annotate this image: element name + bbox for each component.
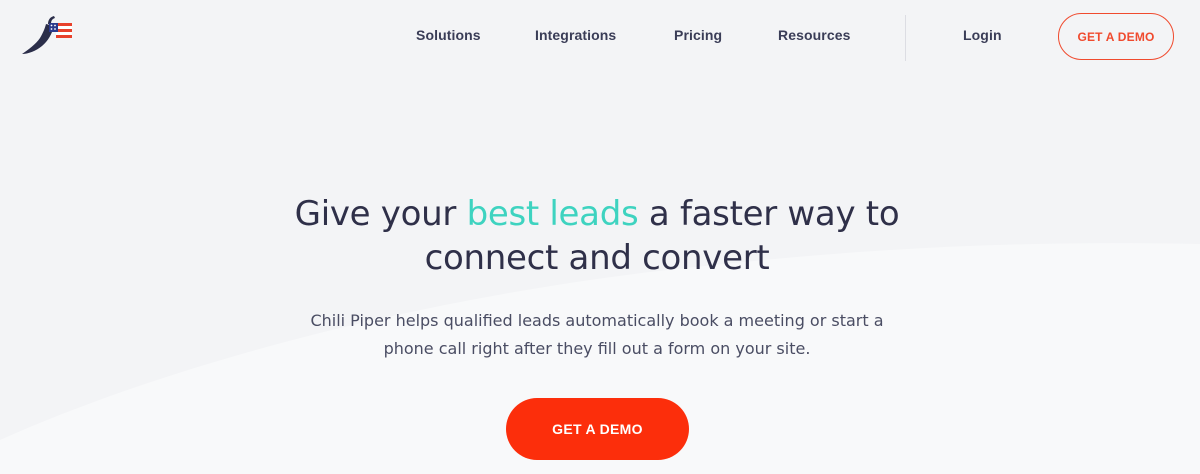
nav-divider (905, 15, 906, 61)
nav-solutions[interactable]: Solutions (416, 27, 481, 43)
hero-subtitle-line2: phone call right after they fill out a f… (383, 339, 811, 358)
hero-title-part1: Give your (294, 194, 467, 234)
landing-page: Solutions Integrations Pricing Resources… (0, 0, 1200, 474)
hero-title-part2: a faster way to (638, 194, 900, 234)
site-header: Solutions Integrations Pricing Resources… (0, 0, 1200, 74)
chili-pepper-logo-icon[interactable] (18, 14, 76, 56)
header-get-demo-button[interactable]: GET A DEMO (1058, 13, 1174, 60)
nav-integrations[interactable]: Integrations (535, 27, 616, 43)
nav-pricing[interactable]: Pricing (674, 27, 722, 43)
hero-title-accent: best leads (466, 194, 639, 234)
nav-resources[interactable]: Resources (778, 27, 851, 43)
hero-get-demo-button[interactable]: GET A DEMO (506, 398, 689, 460)
hero-title: Give your best leads a faster way to conn… (0, 192, 1194, 280)
login-link[interactable]: Login (963, 27, 1002, 43)
hero-subtitle: Chili Piper helps qualified leads automa… (0, 307, 1194, 363)
hero-subtitle-line1: Chili Piper helps qualified leads automa… (310, 311, 884, 330)
hero-title-line2: connect and convert (424, 238, 770, 278)
